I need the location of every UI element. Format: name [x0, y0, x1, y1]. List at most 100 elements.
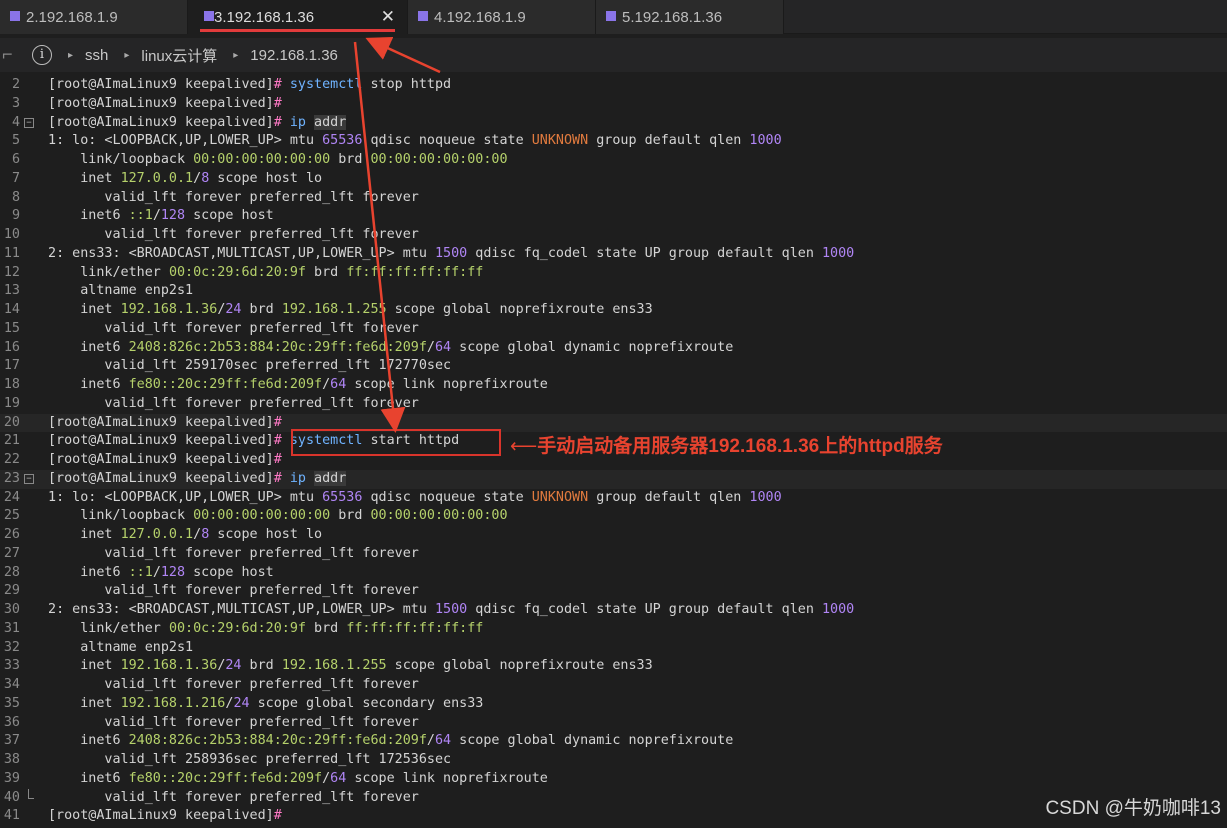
terminal-line: 16 inet6 2408:826c:2b53:884:20c:29ff:fe6… — [0, 339, 1227, 358]
line-number: 21 — [3, 433, 20, 449]
tab-session-4[interactable]: 4.192.168.1.9 — [408, 0, 596, 34]
terminal-line: 38 valid_lft 258936sec preferred_lft 172… — [0, 751, 1227, 770]
text-token: / — [193, 527, 202, 542]
terminal-line: 41 [root@AImaLinux9 keepalived]# — [0, 807, 1227, 826]
line-text: inet 192.168.1.216/24 scope global secon… — [48, 695, 483, 714]
line-number: 15 — [3, 320, 20, 336]
text-token: link/ether — [48, 620, 169, 636]
annotation-svc: httpd — [857, 436, 905, 457]
terminal-line: 11 2: ens33: <BROADCAST,MULTICAST,UP,LOWE… — [0, 245, 1227, 264]
terminal-line: 32 altname enp2s1 — [0, 639, 1227, 658]
text-token: qdisc fq_codel state UP group default ql… — [467, 245, 822, 261]
line-number: 32 — [3, 639, 20, 655]
line-number: 10 — [3, 227, 20, 242]
tab-session-2[interactable]: 2.192.168.1.9 — [0, 0, 188, 34]
breadcrumb-item[interactable]: ssh — [85, 47, 108, 64]
text-token: # — [273, 414, 282, 430]
text-token: 1500 — [434, 245, 468, 261]
line-number: 33 — [3, 658, 20, 674]
text-token: valid_lft forever preferred_lft forever — [48, 320, 419, 336]
text-token: brd — [330, 508, 371, 524]
line-text: valid_lft 259170sec preferred_lft 172770… — [48, 357, 451, 376]
text-token: lo: <LOOPBACK,UP,LOWER_UP> mtu — [64, 489, 323, 505]
line-text: link/loopback 00:00:00:00:00:00 brd 00:0… — [48, 151, 507, 170]
tab-session-5[interactable]: 5.192.168.1.36 — [596, 0, 784, 34]
line-number: 11 — [3, 245, 20, 261]
text-token: addr — [314, 470, 347, 486]
terminal-line: 36 valid_lft forever preferred_lft forev… — [0, 714, 1227, 733]
fold-toggle-icon[interactable] — [28, 788, 34, 799]
text-token: inet — [48, 527, 121, 542]
text-token: # — [273, 433, 282, 449]
line-text: valid_lft forever preferred_lft forever — [48, 320, 419, 339]
text-token: systemctl — [289, 77, 363, 92]
text-token: inet6 — [48, 564, 129, 580]
text-token: scope host — [185, 564, 274, 580]
terminal-line: 14 inet 192.168.1.36/24 brd 192.168.1.25… — [0, 301, 1227, 320]
line-text: inet6 2408:826c:2b53:884:20c:29ff:fe6d:2… — [48, 732, 733, 751]
line-text: [root@AImaLinux9 keepalived]# — [48, 807, 282, 826]
info-icon[interactable]: i — [32, 45, 52, 65]
text-token: brd — [241, 302, 282, 317]
text-token: [root@AImaLinux9 keepalived] — [48, 808, 274, 824]
terminal-line: 5 1: lo: <LOOPBACK,UP,LOWER_UP> mtu 65536… — [0, 132, 1227, 151]
terminal-line: 29 valid_lft forever preferred_lft forev… — [0, 582, 1227, 601]
text-token: inet6 — [48, 770, 129, 786]
text-token: 64 — [434, 733, 452, 749]
line-number: 37 — [3, 733, 20, 749]
terminal-line: 7 inet 127.0.0.1/8 scope host lo — [0, 170, 1227, 189]
text-token: scope global noprefixroute ens33 — [386, 658, 653, 674]
text-token: valid_lft 259170sec preferred_lft 172770… — [48, 358, 452, 374]
breadcrumb-item[interactable]: 192.168.1.36 — [250, 47, 338, 64]
text-token: [root@AImaLinux9 keepalived] — [48, 433, 274, 449]
line-text: valid_lft forever preferred_lft forever — [48, 582, 418, 601]
terminal-line: 3 [root@AImaLinux9 keepalived]# — [0, 95, 1227, 114]
text-token: ens33: <BROADCAST,MULTICAST,UP,LOWER_UP>… — [64, 245, 435, 261]
line-number: 41 — [3, 808, 20, 824]
line-number: 3 — [11, 95, 20, 111]
text-token: 128 — [160, 208, 186, 224]
text-token: 1000 — [821, 602, 855, 617]
line-text: [root@AImaLinux9 keepalived]# — [48, 414, 282, 433]
text-token: scope host lo — [209, 527, 323, 542]
line-text: [root@AImaLinux9 keepalived]# — [48, 451, 282, 470]
line-number: 25 — [3, 508, 20, 524]
line-text: inet6 ::1/128 scope host — [48, 207, 274, 226]
text-token: [root@AImaLinux9 keepalived] — [48, 95, 274, 111]
fold-toggle-icon[interactable]: − — [24, 117, 34, 128]
terminal-line: 2 [root@AImaLinux9 keepalived]# systemctl… — [0, 76, 1227, 95]
session-square-icon — [10, 11, 20, 21]
text-token: / — [152, 208, 161, 224]
line-number: 27 — [3, 545, 20, 561]
text-token: inet6 — [48, 339, 129, 355]
text-token: / — [152, 564, 161, 580]
close-icon[interactable]: ✕ — [381, 7, 395, 27]
tab-label: 5.192.168.1.36 — [622, 8, 723, 26]
text-token: ens33: <BROADCAST,MULTICAST,UP,LOWER_UP>… — [64, 602, 435, 617]
text-token: # — [273, 808, 282, 824]
text-token: 1000 — [749, 489, 782, 505]
text-token: scope link noprefixroute — [346, 770, 548, 786]
text-token: valid_lft forever preferred_lft forever — [48, 714, 419, 730]
fold-toggle-icon[interactable]: − — [24, 473, 34, 484]
tab-session-3[interactable]: 3.192.168.1.36 ✕ — [188, 0, 408, 34]
line-text: valid_lft forever preferred_lft forever — [48, 714, 419, 733]
sidebar-toggle[interactable]: ⌐ — [0, 38, 18, 72]
terminal-line: 30 2: ens33: <BROADCAST,MULTICAST,UP,LOWE… — [0, 601, 1227, 620]
line-number: 31 — [3, 620, 20, 636]
terminal-line: 34 valid_lft forever preferred_lft forev… — [0, 676, 1227, 695]
line-number: 7 — [11, 170, 20, 186]
line-text: link/loopback 00:00:00:00:00:00 brd 00:0… — [48, 507, 507, 526]
line-text: inet 192.168.1.36/24 brd 192.168.1.255 s… — [48, 301, 652, 320]
line-number: 12 — [3, 264, 20, 280]
text-token: scope link noprefixroute — [346, 377, 548, 392]
breadcrumb-item[interactable]: linux云计算 — [141, 45, 217, 66]
text-token: altname enp2s1 — [48, 639, 194, 655]
text-token: 24 — [225, 658, 242, 674]
text-token: 1000 — [749, 133, 782, 149]
text-token: brd — [306, 264, 347, 280]
text-token: 64 — [434, 339, 452, 355]
